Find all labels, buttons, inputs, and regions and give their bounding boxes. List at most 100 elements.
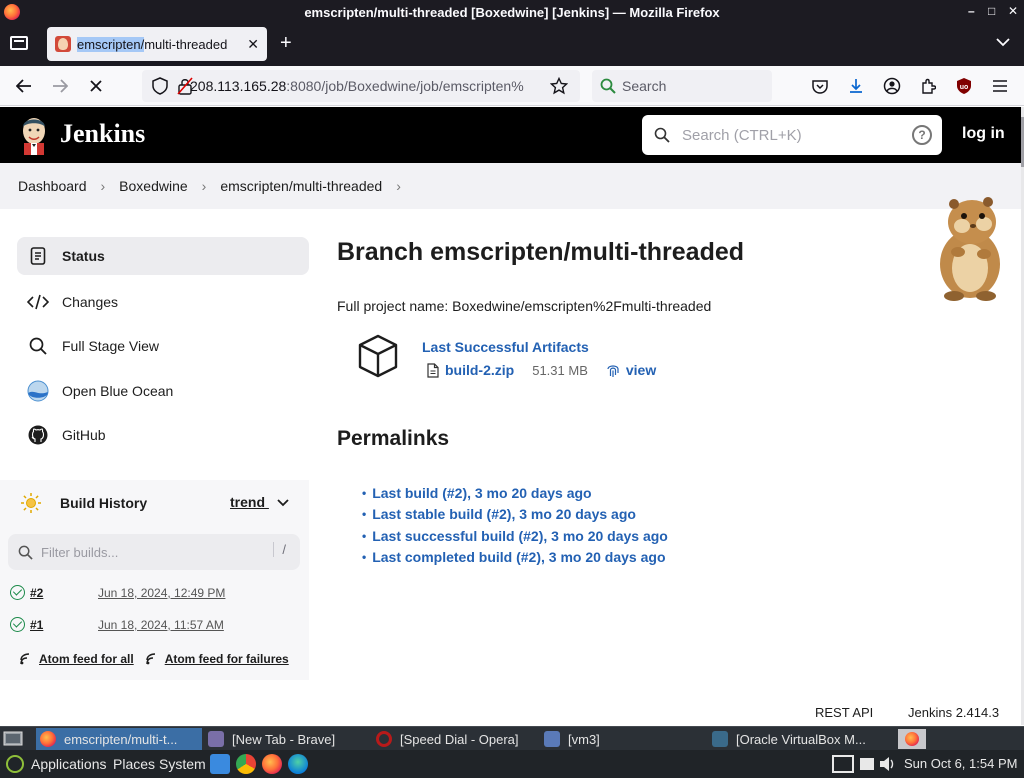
firefox-view-icon[interactable] [10, 36, 28, 50]
folder-icon [544, 731, 560, 747]
file-icon [427, 362, 439, 378]
build-row[interactable]: #2 Jun 18, 2024, 12:49 PM [0, 577, 309, 609]
sidebar-item-label: GitHub [62, 427, 106, 443]
url-text[interactable]: 208.113.165.28:8080/job/Boxedwine/job/em… [190, 78, 530, 94]
menu-places[interactable]: Places [113, 756, 155, 772]
list-all-tabs-icon[interactable] [996, 34, 1010, 50]
maximize-button[interactable]: □ [988, 4, 995, 18]
atom-feed-all-link[interactable]: Atom feed for all [20, 652, 134, 666]
permalink-last-successful-build[interactable]: Last successful build (#2), 3 mo 20 days… [362, 525, 668, 547]
sidebar-item-changes[interactable]: Changes [17, 283, 309, 321]
rss-icon [145, 653, 155, 665]
battery-tray-icon[interactable] [860, 758, 874, 770]
build-row[interactable]: #1 Jun 18, 2024, 11:57 AM [0, 609, 309, 641]
taskbar-window-brave[interactable]: [New Tab - Brave] [204, 728, 370, 750]
github-icon [27, 424, 49, 446]
edge-dev-launcher-icon[interactable] [288, 754, 308, 774]
downloads-icon[interactable] [844, 74, 868, 98]
help-icon[interactable]: ? [912, 125, 932, 145]
build-date-link[interactable]: Jun 18, 2024, 11:57 AM [98, 618, 224, 632]
permalink-last-build[interactable]: Last build (#2), 3 mo 20 days ago [362, 482, 668, 504]
taskbar-window-firefox[interactable]: emscripten/multi-t... [36, 728, 202, 750]
search-icon [18, 545, 33, 560]
jenkins-butler-logo-icon[interactable] [18, 115, 50, 155]
insecure-lock-icon[interactable] [177, 77, 193, 95]
firefox-icon [40, 731, 56, 747]
build-number-link[interactable]: #2 [30, 586, 43, 600]
svg-text:uo: uo [960, 84, 969, 91]
artifact-view-link[interactable]: view [626, 362, 656, 378]
top-menu-panel: Applications Places System Sun Oct 6, 1:… [0, 750, 1024, 778]
login-link[interactable]: log in [962, 125, 1005, 143]
workspace-switcher-firefox-icon[interactable] [898, 729, 926, 749]
back-arrow-icon[interactable] [12, 74, 36, 98]
chevron-right-icon[interactable]: › [396, 178, 401, 194]
sidebar-item-open-blue-ocean[interactable]: Open Blue Ocean [17, 372, 309, 410]
chrome-launcher-icon[interactable] [236, 754, 256, 774]
tab-close-icon[interactable]: ✕ [247, 36, 259, 53]
desktop-logo-icon[interactable] [6, 755, 24, 773]
breadcrumb: Dashboard › Boxedwine › emscripten/multi… [0, 163, 1021, 209]
rest-api-link[interactable]: REST API [815, 705, 873, 720]
atom-feed-failures-link[interactable]: Atom feed for failures [145, 652, 289, 666]
breadcrumb-dashboard[interactable]: Dashboard [18, 178, 87, 194]
taskbar-window-virtualbox[interactable]: [Oracle VirtualBox M... [708, 728, 894, 750]
trend-link[interactable]: trend [230, 494, 289, 510]
stop-loading-icon[interactable] [84, 74, 108, 98]
hamburger-menu-icon[interactable] [988, 74, 1012, 98]
breadcrumb-boxedwine[interactable]: Boxedwine [119, 178, 188, 194]
account-icon[interactable] [880, 74, 904, 98]
new-tab-icon[interactable]: + [280, 32, 292, 55]
system-clock[interactable]: Sun Oct 6, 1:54 PM [904, 756, 1017, 771]
taskbar-window-opera[interactable]: [Speed Dial - Opera] [372, 728, 538, 750]
build-date-link[interactable]: Jun 18, 2024, 12:49 PM [98, 586, 225, 600]
tab-title: emscripten/multi-threaded [77, 36, 228, 52]
ublock-origin-icon[interactable]: uo [952, 74, 976, 98]
menu-applications[interactable]: Applications [31, 756, 107, 772]
bookmark-star-icon[interactable] [550, 77, 568, 95]
build-number-link[interactable]: #1 [30, 618, 43, 632]
last-successful-artifacts-link[interactable]: Last Successful Artifacts [422, 339, 589, 355]
close-window-button[interactable]: ✕ [1008, 4, 1018, 18]
window-list-panel: emscripten/multi-t... [New Tab - Brave] … [0, 726, 1024, 750]
extensions-icon[interactable] [916, 74, 940, 98]
fingerprint-icon[interactable] [606, 363, 620, 378]
minimize-button[interactable]: – [968, 4, 975, 18]
network-tray-icon[interactable] [832, 755, 854, 773]
vscode-launcher-icon[interactable] [210, 754, 230, 774]
menu-system[interactable]: System [159, 756, 206, 772]
forward-arrow-icon[interactable] [48, 74, 72, 98]
sidebar-item-github[interactable]: GitHub [17, 416, 309, 454]
search-engine-icon [600, 78, 616, 94]
artifact-size: 51.31 MB [532, 362, 588, 378]
chevron-down-icon[interactable] [277, 499, 289, 507]
permalinks-heading: Permalinks [337, 427, 450, 450]
permalink-last-stable-build[interactable]: Last stable build (#2), 3 mo 20 days ago [362, 504, 668, 526]
status-icon [27, 245, 49, 267]
sidebar-item-status[interactable]: Status [17, 237, 309, 275]
window-titlebar: emscripten/multi-threaded [Boxedwine] [J… [0, 0, 1024, 24]
show-desktop-icon[interactable] [3, 730, 23, 748]
artifact-row: build-2.zip 51.31 MB view [427, 362, 656, 378]
taskbar-window-vm3[interactable]: [vm3] [540, 728, 706, 750]
breadcrumb-branch[interactable]: emscripten/multi-threaded [220, 178, 382, 194]
sidebar-item-full-stage-view[interactable]: Full Stage View [17, 327, 309, 365]
window-title: emscripten/multi-threaded [Boxedwine] [J… [304, 4, 720, 20]
browser-tab-active[interactable]: emscripten/multi-threaded ✕ [47, 27, 267, 61]
jenkins-brand-text[interactable]: Jenkins [60, 119, 145, 149]
filter-builds-box[interactable]: / [8, 534, 300, 570]
volume-icon[interactable] [878, 755, 896, 773]
url-bar[interactable]: 208.113.165.28:8080/job/Boxedwine/job/em… [142, 70, 580, 102]
jenkins-version-link[interactable]: Jenkins 2.414.3 [908, 705, 999, 720]
shield-icon[interactable] [152, 77, 168, 95]
filter-builds-input[interactable] [41, 544, 251, 560]
search-bar[interactable]: Search [592, 70, 772, 102]
artifact-file-link[interactable]: build-2.zip [445, 362, 514, 378]
blue-ocean-icon [27, 380, 49, 402]
firefox-launcher-icon[interactable] [262, 754, 282, 774]
package-box-icon [358, 334, 398, 378]
jenkins-search-box[interactable]: ? [642, 115, 942, 155]
jenkins-search-input[interactable] [682, 126, 902, 144]
permalink-last-completed-build[interactable]: Last completed build (#2), 3 mo 20 days … [362, 547, 668, 569]
pocket-icon[interactable] [808, 74, 832, 98]
